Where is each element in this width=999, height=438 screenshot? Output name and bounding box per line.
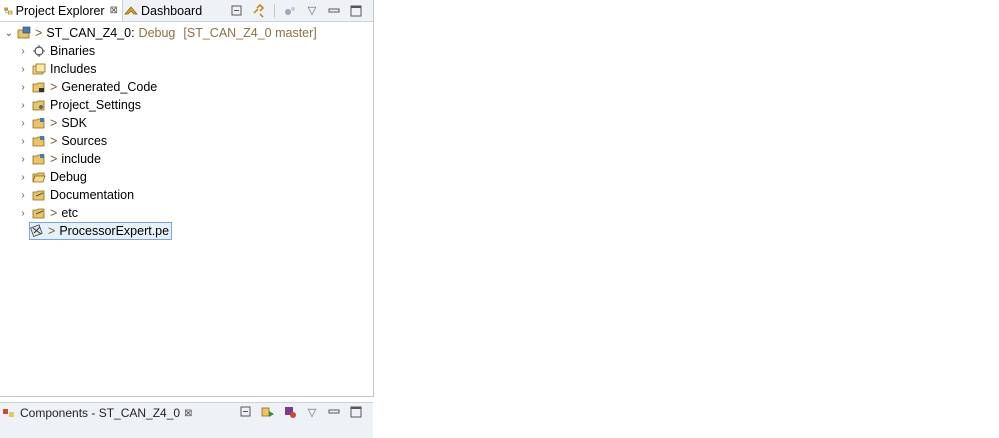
tree-item-sdk[interactable]: › > SDK — [0, 114, 372, 132]
tree-item-generated-code[interactable]: › > Generated_Code — [0, 78, 372, 96]
folder-icon — [32, 82, 45, 93]
folder-icon — [32, 154, 45, 165]
tree-item-etc[interactable]: › > etc — [0, 204, 372, 222]
git-decoration-prefix: > — [35, 26, 43, 40]
chevron-right-icon[interactable]: › — [18, 172, 28, 183]
tree-item-sources[interactable]: › > Sources — [0, 132, 372, 150]
doc-folder-icon — [32, 190, 45, 201]
minimize-icon[interactable] — [327, 4, 341, 18]
tree-item-label: etc — [61, 206, 78, 220]
project-tree: ⌄ > ST_CAN_Z4_0: Debug [ST_CAN_Z4_0 mast… — [0, 24, 372, 240]
binaries-icon — [33, 45, 45, 57]
dashboard-icon — [124, 5, 138, 14]
doc-folder-icon — [32, 208, 45, 219]
components-panel-tabbar: Components - ST_CAN_Z4_0 ⊠ ▽ — [0, 402, 373, 438]
build-config: Debug — [138, 26, 176, 40]
folder-icon — [32, 118, 45, 129]
close-icon[interactable]: ⊠ — [110, 5, 118, 16]
tab-label: Dashboard — [141, 3, 203, 18]
tree-item-label: Includes — [50, 62, 97, 76]
project-explorer-icon — [4, 7, 13, 14]
tree-item-documentation[interactable]: › Documentation — [0, 186, 372, 204]
tree-item-binaries[interactable]: › Binaries — [0, 42, 372, 60]
view-tab-bar: Project Explorer ⊠ Dashboard ▽ — [0, 0, 373, 22]
tree-item-label: ProcessorExpert.pe — [59, 224, 170, 238]
tree-item-label: include — [61, 152, 101, 166]
chevron-right-icon[interactable]: › — [18, 154, 28, 165]
tree-item-includes[interactable]: › Includes — [0, 60, 372, 78]
tab-label: Project Explorer — [15, 3, 105, 18]
generate-code-icon[interactable] — [261, 405, 275, 419]
git-decoration-prefix: > — [48, 224, 56, 238]
maximize-icon[interactable] — [349, 4, 363, 18]
tree-item-include[interactable]: › > include — [0, 150, 372, 168]
folder-icon — [32, 136, 45, 147]
tree-item-label: Debug — [50, 170, 87, 184]
open-folder-icon — [32, 172, 46, 183]
tab-components[interactable]: Components - ST_CAN_Z4_0 ⊠ — [0, 403, 192, 423]
chevron-down-icon[interactable]: ⌄ — [4, 28, 14, 39]
maximize-icon[interactable] — [349, 405, 363, 419]
minimize-icon[interactable] — [327, 405, 341, 419]
chevron-right-icon[interactable]: › — [18, 208, 28, 219]
includes-icon — [32, 63, 46, 75]
tree-item-processor-expert[interactable]: > ProcessorExpert.pe — [0, 222, 372, 240]
git-decoration-prefix: > — [50, 206, 58, 220]
project-icon — [17, 26, 31, 39]
tree-item-label: Generated_Code — [61, 80, 158, 94]
view-menu-icon[interactable]: ▽ — [305, 405, 319, 419]
git-decoration-prefix: > — [50, 80, 58, 94]
selection-highlight[interactable]: > ProcessorExpert.pe — [28, 222, 173, 240]
tree-item-label: Project_Settings — [50, 98, 142, 112]
filter-icon[interactable] — [283, 4, 297, 18]
collapse-all-icon[interactable] — [239, 405, 253, 419]
chevron-right-icon[interactable]: › — [18, 82, 28, 93]
close-icon[interactable]: ⊠ — [184, 408, 192, 419]
project-name: ST_CAN_Z4_0: — [46, 26, 135, 40]
toolbar-separator — [274, 3, 275, 18]
project-explorer-panel: Project Explorer ⊠ Dashboard ▽ ⌄ > ST_CA… — [0, 0, 374, 397]
components-icon — [3, 409, 14, 417]
view-menu-icon[interactable]: ▽ — [305, 4, 319, 18]
tree-item-project-settings[interactable]: › Project_Settings — [0, 96, 372, 114]
chevron-right-icon[interactable]: › — [18, 190, 28, 201]
tree-item-label: Documentation — [50, 188, 135, 202]
link-with-editor-icon[interactable] — [252, 3, 266, 18]
repo-branch: [ST_CAN_Z4_0 master] — [183, 26, 317, 40]
git-decoration-prefix: > — [50, 152, 58, 166]
view-toolbar: ▽ — [230, 2, 363, 19]
collapse-all-icon[interactable] — [230, 4, 244, 18]
tree-item-label: SDK — [61, 116, 88, 130]
pe-file-icon — [30, 224, 43, 237]
tree-root-project[interactable]: ⌄ > ST_CAN_Z4_0: Debug [ST_CAN_Z4_0 mast… — [0, 24, 372, 42]
tree-item-debug[interactable]: › Debug — [0, 168, 372, 186]
chevron-right-icon[interactable]: › — [18, 46, 28, 57]
tab-project-explorer[interactable]: Project Explorer ⊠ — [0, 0, 123, 21]
chevron-right-icon[interactable]: › — [18, 100, 28, 111]
git-decoration-prefix: > — [50, 116, 58, 130]
git-decoration-prefix: > — [50, 134, 58, 148]
tree-item-label: Sources — [61, 134, 108, 148]
tab-label: Components - ST_CAN_Z4_0 — [20, 406, 181, 420]
folder-settings-icon — [32, 100, 45, 111]
components-toolbar: ▽ — [239, 405, 363, 419]
tab-dashboard[interactable]: Dashboard — [120, 0, 214, 21]
chevron-right-icon[interactable]: › — [18, 64, 28, 75]
chevron-right-icon[interactable]: › — [18, 136, 28, 147]
chevron-right-icon[interactable]: › — [18, 118, 28, 129]
component-settings-icon[interactable] — [283, 405, 297, 419]
tree-item-label: Binaries — [50, 44, 96, 58]
